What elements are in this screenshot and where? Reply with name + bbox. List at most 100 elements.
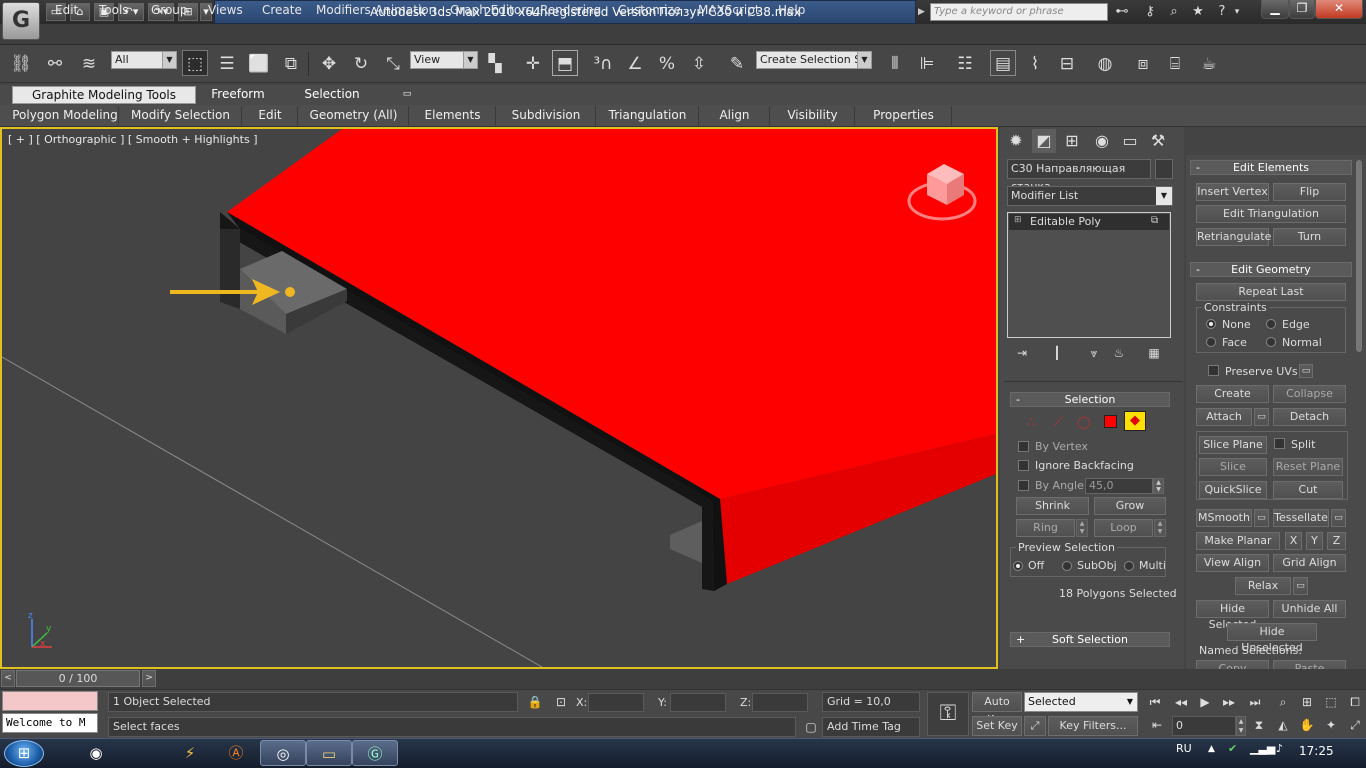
preserve-uvs-checkbox[interactable] [1208, 365, 1219, 376]
zoom-icon[interactable]: ⌕ [1272, 693, 1294, 711]
schematic-view-icon[interactable]: ⊟ [1054, 51, 1080, 77]
stack-item-editable-poly[interactable]: ⊞ Editable Poly ⧉ [1009, 214, 1169, 230]
panel-geometry-all[interactable]: Geometry (All) [299, 106, 409, 126]
motion-tab-icon[interactable]: ◉ [1090, 129, 1114, 153]
maxscript-listener-pink[interactable] [2, 691, 98, 711]
time-prev-icon[interactable]: < [1, 670, 15, 687]
key-icon[interactable]: ⚷ [1140, 3, 1160, 21]
add-time-tag-field[interactable]: Add Time Tag [822, 717, 920, 737]
edit-triangulation-button[interactable]: Edit Triangulation [1196, 205, 1346, 223]
render-setup-icon[interactable]: ⧈ [1130, 51, 1156, 77]
minimize-icon[interactable]: ▁ [1261, 0, 1289, 19]
tessellate-settings-icon[interactable]: ▭ [1331, 509, 1346, 527]
previous-frame-icon[interactable]: ◂◂ [1170, 693, 1192, 711]
time-next-icon[interactable]: > [142, 670, 156, 687]
menu-help[interactable]: Help [778, 3, 805, 17]
graphite-toggle-icon[interactable]: ▤ [990, 50, 1016, 76]
scale-icon[interactable]: ⤡ [380, 51, 406, 77]
firefox-icon[interactable]: ◉ [72, 740, 120, 766]
collapse-button[interactable]: Collapse [1273, 385, 1346, 403]
z-coord-field[interactable] [752, 693, 808, 712]
menu-modifiers[interactable]: Modifiers [316, 3, 371, 17]
select-by-name-icon[interactable]: ☰ [214, 51, 240, 77]
loop-button[interactable]: Loop [1094, 519, 1153, 537]
attach-list-icon[interactable]: ▭ [1254, 408, 1269, 426]
hide-selected-button[interactable]: Hide Selected [1196, 600, 1269, 631]
auto-key-button[interactable]: Auto Key [972, 692, 1022, 726]
grow-button[interactable]: Grow [1094, 497, 1166, 515]
hide-unselected-button[interactable]: Hide Unselected [1227, 623, 1317, 654]
element-mode-icon[interactable]: ◆ [1124, 411, 1146, 431]
restore-icon[interactable]: ❐ [1289, 0, 1315, 19]
rendered-frame-window-icon[interactable]: ⌸ [1162, 51, 1188, 77]
field-of-view-icon[interactable]: ◭ [1272, 716, 1294, 734]
time-configuration-icon[interactable]: ⧗ [1248, 716, 1270, 734]
x-coord-field[interactable] [588, 693, 644, 712]
avast-icon[interactable]: Ⓐ [212, 740, 260, 766]
utilities-tab-icon[interactable]: ⚒ [1146, 129, 1170, 153]
panel-polygon-modeling[interactable]: Polygon Modeling [12, 106, 119, 126]
preserve-uvs-settings-icon[interactable]: ▭ [1299, 364, 1313, 378]
search-input[interactable]: Type a keyword or phrase [930, 3, 1108, 21]
configure-modifier-sets-icon[interactable]: ▦ [1145, 346, 1163, 362]
clock[interactable]: 17:25 [1299, 744, 1334, 758]
key-tangent-icon[interactable]: ⤢ [1024, 716, 1046, 736]
unhide-all-button[interactable]: Unhide All [1273, 600, 1346, 618]
angle-snap-icon[interactable]: ∠ [622, 51, 648, 77]
pivot-center-icon[interactable]: ▚ [482, 51, 508, 77]
ribbon-minimize-icon[interactable]: ▭ [398, 86, 416, 104]
by-vertex-checkbox[interactable] [1018, 441, 1029, 452]
object-name-field[interactable]: С30 Направляющая станка [1007, 159, 1151, 193]
y-coord-field[interactable] [670, 693, 726, 712]
next-frame-icon[interactable]: ▸▸ [1218, 693, 1240, 711]
material-editor-icon[interactable]: ◍ [1092, 51, 1118, 77]
make-unique-icon[interactable]: ⩔ [1085, 346, 1103, 362]
border-mode-icon[interactable]: ◯ [1077, 415, 1093, 429]
key-filters-button[interactable]: Key Filters... [1048, 716, 1138, 736]
loop-spinner-icon[interactable]: ▲ ▼ [1154, 519, 1166, 537]
turn-button[interactable]: Turn [1273, 228, 1346, 246]
time-slider[interactable]: 0 / 100 [16, 670, 140, 687]
go-to-end-icon[interactable]: ⏭ [1244, 693, 1266, 711]
zoom-extents-icon[interactable]: ⬚ [1320, 693, 1342, 711]
viewport-label[interactable]: [ + ] [ Orthographic ] [ Smooth + Highli… [8, 133, 257, 146]
menu-views[interactable]: Views [208, 3, 243, 17]
play-icon[interactable]: ▶ [1194, 693, 1216, 711]
ring-spinner-icon[interactable]: ▲ ▼ [1076, 519, 1088, 537]
frame-spinner-icon[interactable]: ▲ ▼ [1236, 716, 1246, 736]
set-key-mode-icon[interactable]: ⚿ [927, 692, 969, 736]
menu-rendering[interactable]: Rendering [540, 3, 601, 17]
by-angle-spinner[interactable]: 45,0 [1085, 478, 1153, 494]
help-dropdown-icon[interactable]: ▾ [1232, 3, 1242, 21]
repeat-last-button[interactable]: Repeat Last [1196, 283, 1346, 301]
layer-manager-icon[interactable]: ☷ [952, 51, 978, 77]
selection-rollout-header[interactable]: - Selection [1010, 392, 1170, 407]
maxscript-listener-input[interactable]: Welcome to M [2, 713, 98, 733]
ring-button[interactable]: Ring [1016, 519, 1075, 537]
named-selection-dropdown[interactable]: Create Selection Se ▼ [756, 51, 872, 69]
constraint-face-radio[interactable] [1206, 337, 1216, 347]
panel-modify-selection[interactable]: Modify Selection [120, 106, 242, 126]
retriangulate-button[interactable]: Retriangulate [1196, 228, 1271, 246]
volume-icon[interactable]: ♪ [1276, 742, 1283, 755]
panel-subdivision[interactable]: Subdivision [497, 106, 596, 126]
slice-button[interactable]: Slice [1199, 458, 1267, 476]
binoculars-icon[interactable]: ⊷ [1112, 3, 1132, 21]
object-color-swatch[interactable] [1155, 159, 1173, 179]
view-align-button[interactable]: View Align [1196, 554, 1269, 572]
move-icon[interactable]: ✥ [316, 51, 342, 77]
signal-icon[interactable]: ▁▃▅ [1250, 742, 1275, 755]
perspective-viewport[interactable]: z y x [ + ] [ Orthographic ] [ Smooth + … [0, 127, 998, 669]
3dsmax-icon[interactable]: Ⓖ [352, 740, 398, 766]
tab-selection[interactable]: Selection [292, 86, 372, 104]
start-button-icon[interactable]: ⊞ [4, 740, 44, 767]
make-planar-button[interactable]: Make Planar [1196, 532, 1280, 550]
tessellate-button[interactable]: Tessellate [1273, 509, 1329, 527]
create-tab-icon[interactable]: ✹ [1004, 129, 1028, 153]
maximize-viewport-icon[interactable]: ⤢ [1344, 716, 1366, 734]
key-mode-dropdown[interactable]: Selected ▼ [1024, 692, 1138, 712]
window-crossing-icon[interactable]: ⧉ [278, 51, 304, 77]
relax-button[interactable]: Relax [1235, 577, 1291, 595]
insert-vertex-button[interactable]: Insert Vertex [1196, 183, 1269, 201]
menu-tools[interactable]: Tools [99, 3, 129, 17]
